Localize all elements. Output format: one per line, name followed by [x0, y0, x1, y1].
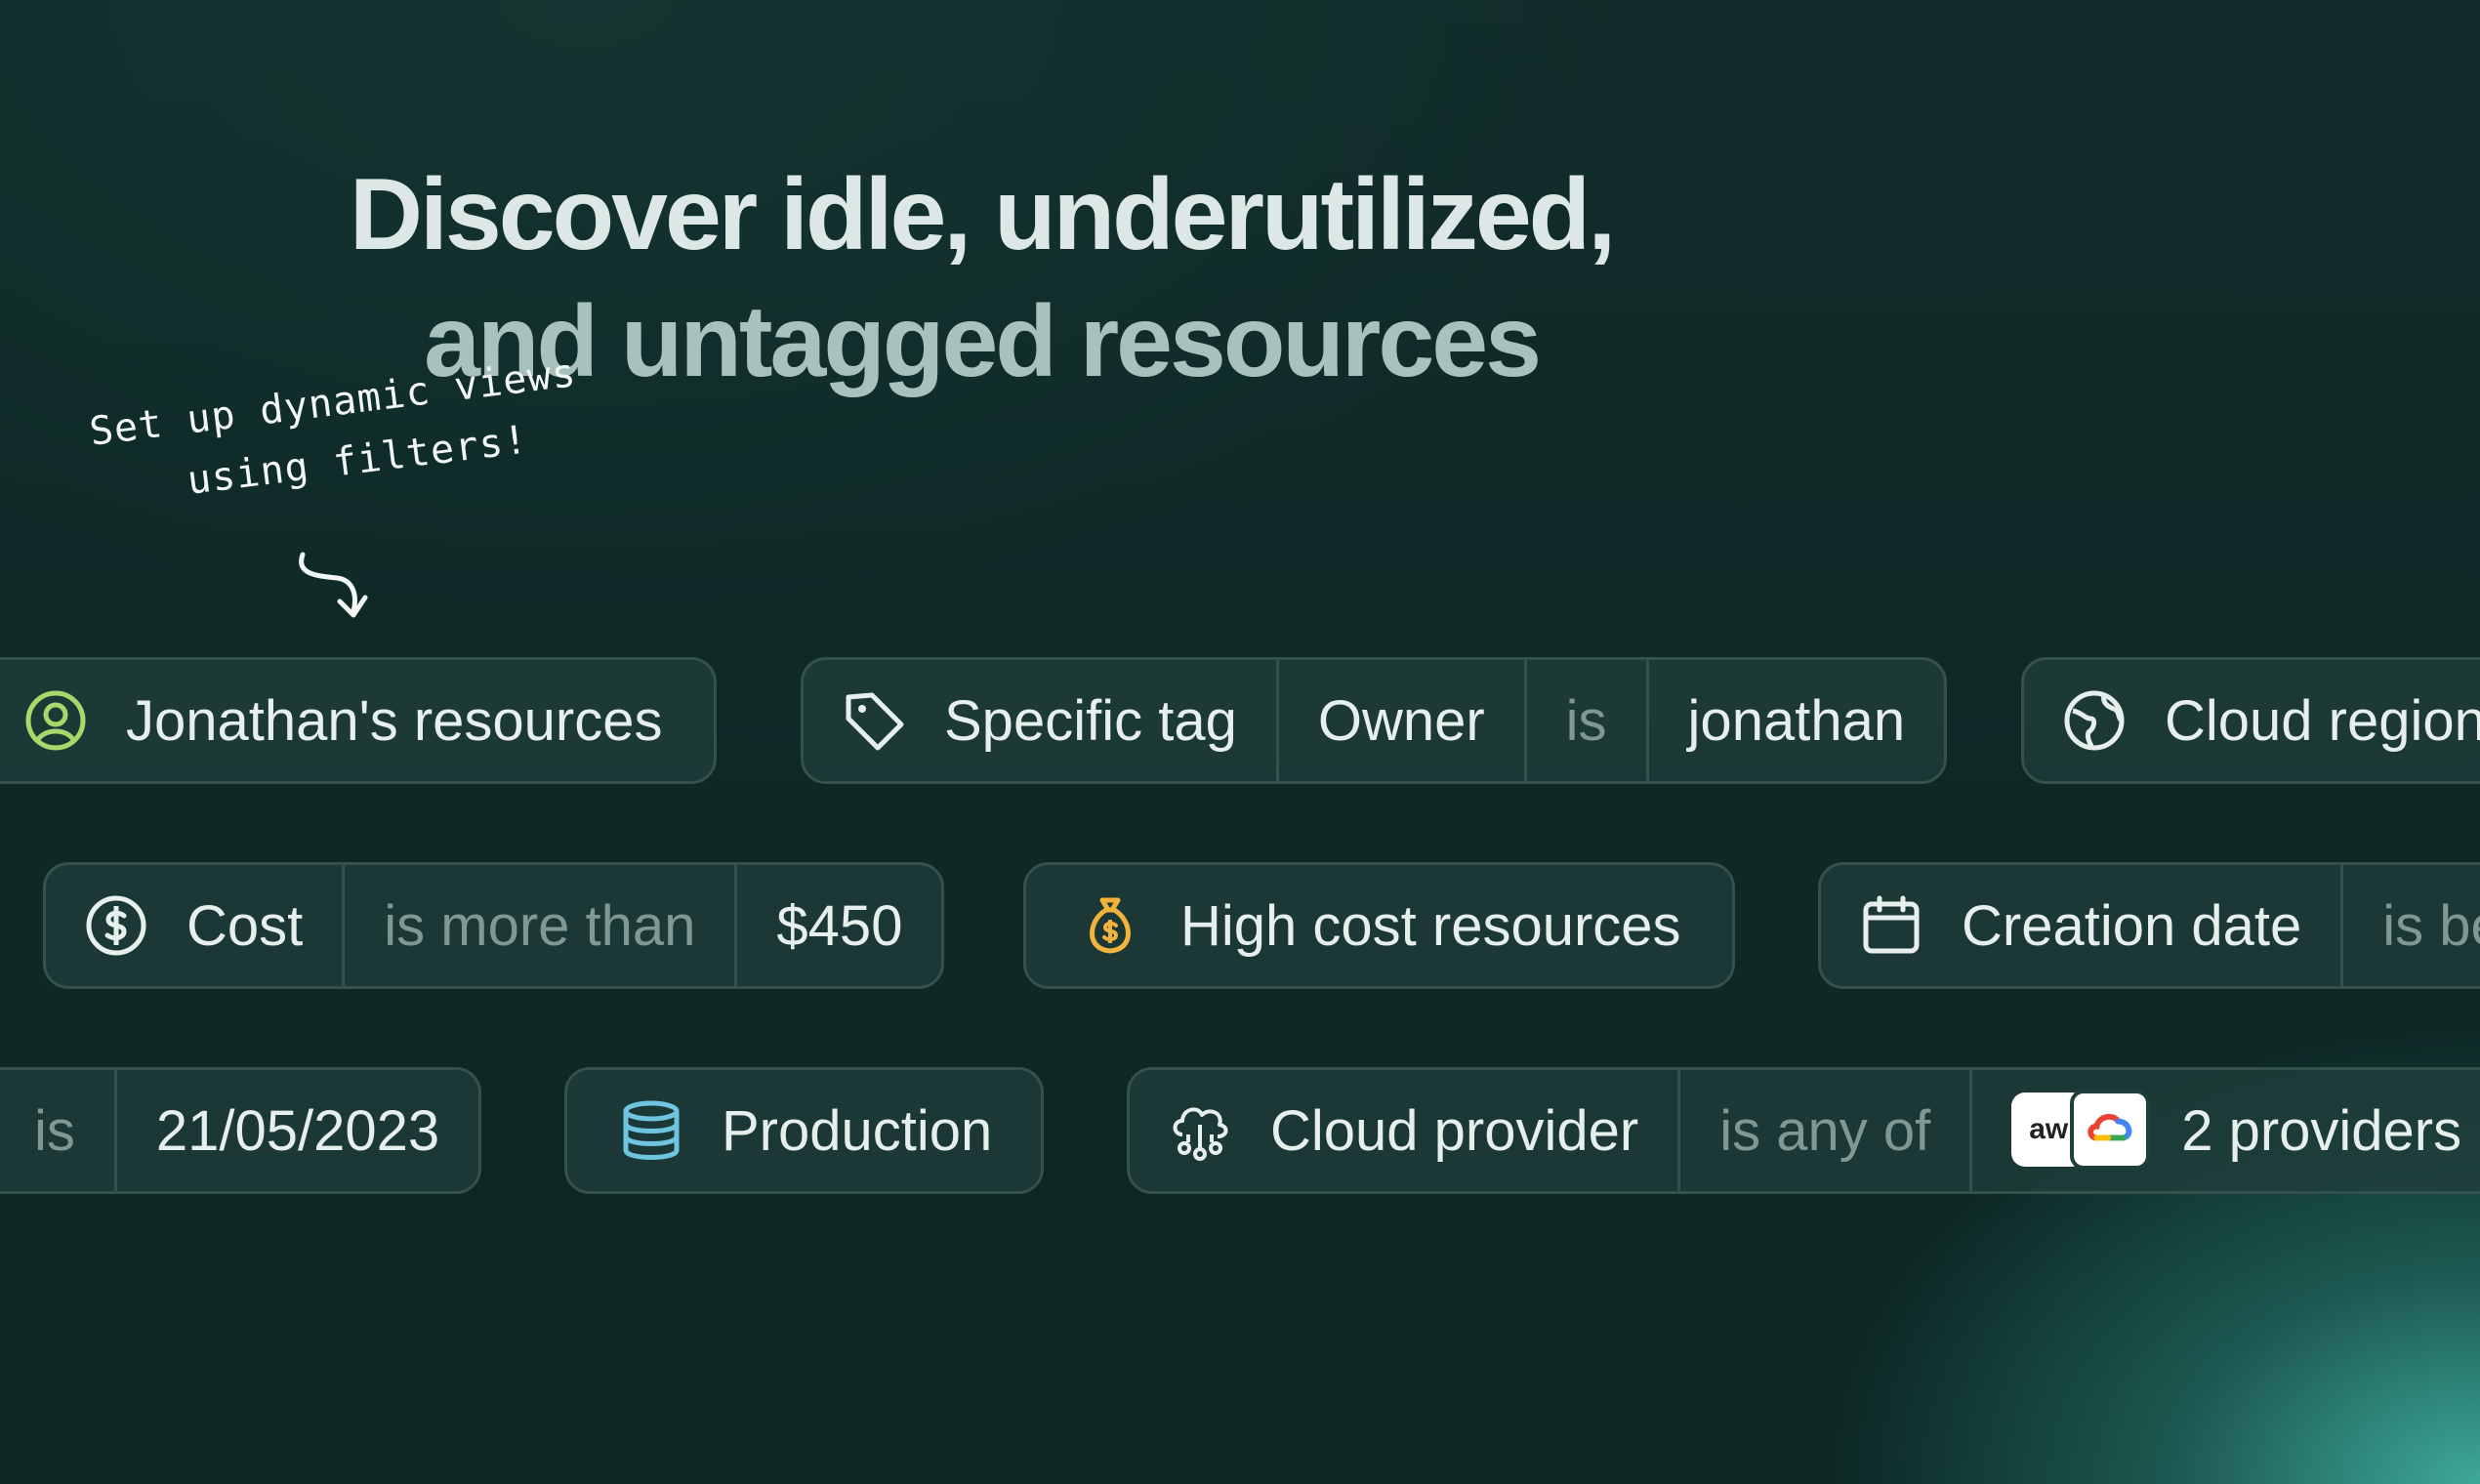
chip-segment-field: Cloud provider	[1130, 1070, 1677, 1191]
chip-label: Creation date	[1962, 893, 2302, 958]
provider-badges: aw	[2011, 1090, 2151, 1170]
database-icon	[620, 1099, 682, 1162]
chip-label: Cloud provider	[1270, 1098, 1639, 1163]
chip-label: Production	[722, 1098, 993, 1163]
filter-chip-cloud-region[interactable]: Cloud region	[2021, 657, 2480, 784]
chip-segment-value[interactable]: 21/05/2023	[113, 1070, 478, 1191]
filter-chip-date-value[interactable]: is 21/05/2023	[0, 1067, 482, 1194]
calendar-icon	[1860, 894, 1922, 957]
chip-segment: High cost resources	[1026, 865, 1732, 986]
chip-label: Specific tag	[944, 688, 1237, 753]
curved-arrow-icon	[299, 552, 368, 618]
filter-chip-cloud-provider[interactable]: Cloud provider is any of aw 2 providers	[1127, 1067, 2480, 1194]
chip-segment: Cloud region	[2024, 660, 2480, 781]
chip-segment-field: Cost	[46, 865, 342, 986]
chip-label: 2 providers	[2181, 1098, 2462, 1163]
chip-segment-operator[interactable]: is	[0, 1070, 114, 1191]
chip-segment-field: Specific tag	[804, 660, 1276, 781]
user-circle-icon	[24, 689, 87, 752]
chip-segment-value[interactable]: jonathan	[1645, 660, 1945, 781]
chip-segment-operator[interactable]: is	[1523, 660, 1646, 781]
chip-label: Jonathan's resources	[126, 688, 663, 753]
chip-segment-key[interactable]: Owner	[1275, 660, 1524, 781]
filter-chip-high-cost-resources[interactable]: High cost resources	[1023, 862, 1735, 989]
filter-chip-creation-date[interactable]: Creation date is be	[1818, 862, 2480, 989]
dollar-circle-icon	[85, 894, 147, 957]
filter-chip-jonathans-resources[interactable]: Jonathan's resources	[0, 657, 717, 784]
chip-segment: Jonathan's resources	[0, 660, 714, 781]
filter-chip-production[interactable]: Production	[564, 1067, 1045, 1194]
tag-icon	[843, 689, 905, 752]
chip-segment-value[interactable]: aw 2 providers	[1969, 1070, 2480, 1191]
chip-segment-field: Creation date	[1821, 865, 2340, 986]
chip-label: High cost resources	[1180, 893, 1681, 958]
chip-segment-value[interactable]: $450	[734, 865, 941, 986]
chip-segment: Production	[567, 1070, 1041, 1191]
filter-chip-cost[interactable]: Cost is more than $450	[43, 862, 945, 989]
chip-segment-operator[interactable]: is more than	[342, 865, 734, 986]
globe-icon	[2063, 689, 2126, 752]
hero-canvas: Discover idle, underutilized, and untagg…	[0, 0, 2480, 1484]
chip-label: Cloud region	[2165, 688, 2480, 753]
chip-segment-operator[interactable]: is any of	[1677, 1070, 1969, 1191]
headline-line-1: Discover idle, underutilized,	[349, 158, 1616, 271]
google-cloud-logo-icon	[2070, 1090, 2151, 1170]
cloud-network-icon	[1169, 1099, 1231, 1162]
chip-segment-operator[interactable]: is be	[2340, 865, 2480, 986]
money-bag-icon	[1079, 894, 1141, 957]
filter-chip-specific-tag[interactable]: Specific tag Owner is jonathan	[801, 657, 1948, 784]
chip-label: Cost	[186, 893, 304, 958]
